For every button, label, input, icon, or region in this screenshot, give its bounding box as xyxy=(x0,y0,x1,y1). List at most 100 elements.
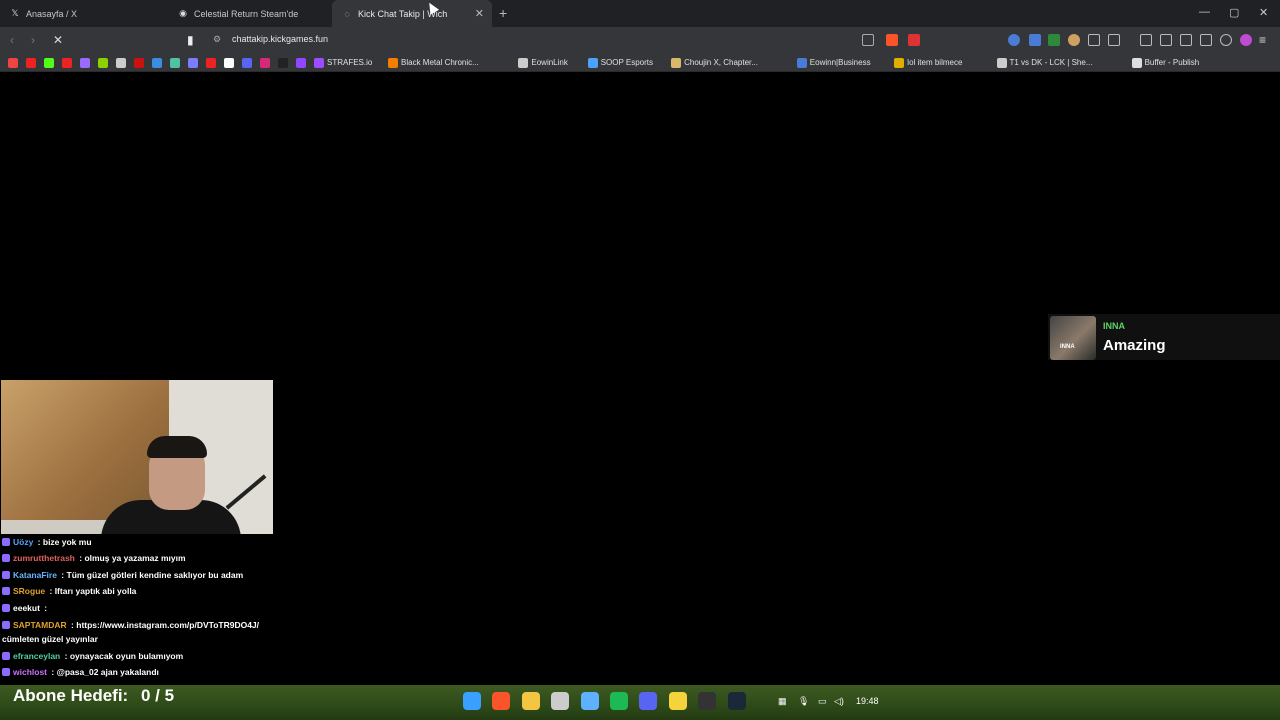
goal-label: Abone Hedefi: xyxy=(13,686,129,705)
youtube-icon[interactable] xyxy=(134,58,144,68)
windows-start-icon[interactable] xyxy=(463,692,481,710)
chat-username: SAPTAMDAR xyxy=(13,620,67,630)
chat-message: wichlost : @pasa_02 ajan yakalandı xyxy=(2,667,159,677)
bookmark-label[interactable]: STRAFES.io xyxy=(327,58,372,67)
obs-icon[interactable] xyxy=(698,692,717,710)
chat-text: https://www.instagram.com/p/DVToTR9DO4J/ xyxy=(76,620,260,630)
chat-text: oynayacak oyun bulamıyom xyxy=(69,651,184,661)
subscriber-badge-icon xyxy=(2,587,10,595)
spotify-icon[interactable] xyxy=(610,692,628,710)
stop-loading-icon[interactable]: ✕ xyxy=(53,33,63,47)
instagram-icon[interactable] xyxy=(260,58,270,68)
sticky-notes-icon[interactable] xyxy=(668,692,687,710)
share-icon[interactable] xyxy=(862,34,874,46)
menu-icon[interactable]: ≡ xyxy=(1259,33,1266,47)
d-icon[interactable] xyxy=(170,58,180,68)
chat-separator: : xyxy=(35,537,43,547)
chat-separator: : xyxy=(49,667,57,677)
chat-username: wichlost xyxy=(13,667,48,677)
brave-shields-icon[interactable] xyxy=(886,34,898,46)
tab-title: Celestial Return Steam'de xyxy=(194,8,299,19)
strafes-icon[interactable] xyxy=(314,58,324,68)
globe-icon[interactable] xyxy=(518,58,529,68)
blogger-icon[interactable] xyxy=(388,58,398,68)
painting xyxy=(1,380,169,520)
cross-icon[interactable] xyxy=(98,58,108,68)
lck-icon[interactable] xyxy=(996,58,1007,68)
network-icon[interactable] xyxy=(580,692,599,710)
chat-text: cümleten güzel yayınlar xyxy=(2,634,98,644)
network-icon[interactable]: ▭ xyxy=(818,696,827,707)
chat-message: KatanaFire : Tüm güzel götleri kendine s… xyxy=(2,570,243,580)
e-icon[interactable] xyxy=(796,58,807,68)
bookmark-label[interactable]: Black Metal Chronic... xyxy=(401,58,479,67)
brave-rewards-icon[interactable] xyxy=(908,34,920,46)
gmail-icon[interactable] xyxy=(8,58,18,68)
tray-icons[interactable]: ▦ xyxy=(778,696,787,707)
globe-icon[interactable] xyxy=(116,58,126,68)
extension-icon[interactable] xyxy=(1029,34,1041,46)
hammer-icon[interactable] xyxy=(551,692,570,710)
soop-icon[interactable] xyxy=(587,58,598,68)
address-bar[interactable]: chattakip.kickgames.fun xyxy=(232,34,328,44)
bookmark-label[interactable]: lol item bilmece xyxy=(907,58,962,67)
goal-value: 0 / 5 xyxy=(140,686,175,705)
sync-icon[interactable] xyxy=(80,58,90,68)
chat-username: KatanaFire xyxy=(13,570,57,580)
sidebar-icon[interactable] xyxy=(1160,34,1172,46)
l-icon[interactable] xyxy=(152,58,162,68)
extensions-puzzle-icon[interactable] xyxy=(1088,34,1100,46)
discord-icon[interactable] xyxy=(242,58,252,68)
bookmark-label[interactable]: Eowinn|Business xyxy=(810,58,871,67)
close-tab-icon[interactable]: ✕ xyxy=(475,7,484,20)
kr-icon[interactable] xyxy=(278,58,288,68)
file-explorer-icon[interactable] xyxy=(521,692,540,710)
chat-message: cümleten güzel yayınlar xyxy=(2,634,98,644)
bookmark-label[interactable]: Buffer - Publish xyxy=(1145,58,1200,67)
buffer-icon[interactable] xyxy=(1131,58,1142,68)
extension-icon[interactable] xyxy=(1008,34,1020,46)
minimize-button[interactable]: — xyxy=(1199,6,1210,18)
microphone-icon[interactable]: 🎙 xyxy=(798,696,809,707)
chat-username: eeekut xyxy=(13,603,40,613)
chat-icon[interactable] xyxy=(188,58,198,68)
brave-icon[interactable] xyxy=(492,692,511,710)
extension-icon[interactable] xyxy=(1068,34,1080,46)
bookmark-icon[interactable]: ▮ xyxy=(187,33,194,47)
manga-icon[interactable] xyxy=(671,58,682,68)
subscriber-badge-icon xyxy=(2,538,10,546)
youtube-icon[interactable] xyxy=(62,58,72,68)
bookmark-label[interactable]: T1 vs DK - LCK | She... xyxy=(1010,58,1093,67)
browser-tab-bar: 𝕏 Anasayfa / X ◉ Celestial Return Steam'… xyxy=(0,0,1280,27)
close-window-button[interactable]: ✕ xyxy=(1259,6,1268,19)
back-icon[interactable]: ‹ xyxy=(10,33,14,47)
forward-icon[interactable]: › xyxy=(31,33,35,47)
steam-icon[interactable] xyxy=(727,692,746,710)
leo-icon[interactable] xyxy=(1200,34,1212,46)
wallet-icon[interactable] xyxy=(1180,34,1192,46)
new-tab-button[interactable]: + xyxy=(499,5,507,21)
b-icon[interactable] xyxy=(894,58,905,68)
maximize-button[interactable]: ▢ xyxy=(1229,6,1239,19)
extension-icon[interactable] xyxy=(1048,34,1060,46)
tab-kick-chat[interactable]: ◌ Kick Chat Takip | Wich ✕ xyxy=(332,0,492,27)
bookmark-label[interactable]: Choujin X, Chapter... xyxy=(684,58,758,67)
tab-steam-celestial[interactable]: ◉ Celestial Return Steam'de xyxy=(168,0,332,27)
tab-x-home[interactable]: 𝕏 Anasayfa / X xyxy=(0,0,168,27)
vpn-icon[interactable] xyxy=(1220,34,1232,46)
discord-icon[interactable] xyxy=(639,692,658,710)
taskbar-clock[interactable]: 19:48 xyxy=(856,696,879,706)
site-info-icon[interactable]: ⚙ xyxy=(213,34,221,45)
bookmark-label[interactable]: SOOP Esports xyxy=(601,58,653,67)
youtube-icon[interactable] xyxy=(26,58,36,68)
bookmark-label[interactable]: EowinLink xyxy=(531,58,567,67)
youtube-icon[interactable] xyxy=(206,58,216,68)
extension-icon[interactable] xyxy=(1108,34,1120,46)
volume-icon[interactable]: ◁) xyxy=(834,696,844,707)
x-logo-icon[interactable] xyxy=(224,58,234,68)
chat-separator: : xyxy=(47,586,55,596)
profile-icon[interactable] xyxy=(1240,34,1252,46)
twitch-icon[interactable] xyxy=(296,58,306,68)
media-icon[interactable] xyxy=(1140,34,1152,46)
kick-icon[interactable] xyxy=(44,58,54,68)
